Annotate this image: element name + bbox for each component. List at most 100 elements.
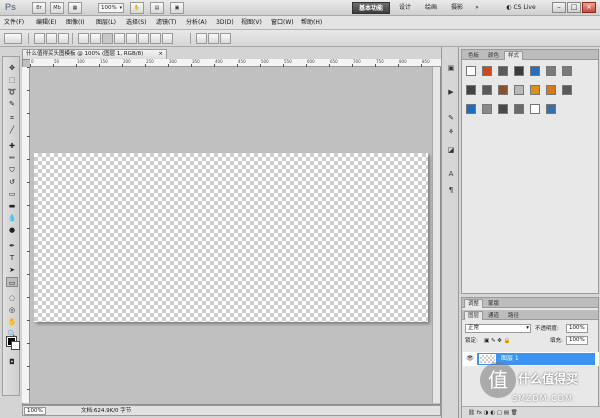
dodge-tool-icon[interactable]: ● xyxy=(6,225,18,235)
zoom-select[interactable]: 100% ▾ xyxy=(98,3,124,13)
eyedropper-tool-icon[interactable]: ╱ xyxy=(6,125,18,135)
clone-source-icon[interactable]: ⚘ xyxy=(445,127,457,138)
style-swatch[interactable] xyxy=(498,85,508,95)
pen-mode-icon[interactable] xyxy=(78,33,89,44)
actions-panel-icon[interactable]: ▶ xyxy=(445,87,457,98)
tool-preset-picker[interactable] xyxy=(4,33,22,44)
style-swatch[interactable] xyxy=(498,66,508,76)
style-swatch[interactable] xyxy=(498,104,508,114)
opacity-field[interactable]: 100% xyxy=(566,324,588,333)
style-swatch[interactable] xyxy=(546,104,556,114)
tool-presets-icon[interactable]: ◪ xyxy=(445,145,457,156)
tab-adjustments[interactable]: 调整 xyxy=(464,299,484,308)
menu-help[interactable]: 帮助(H) xyxy=(301,18,322,28)
style-swatch[interactable] xyxy=(562,85,572,95)
workspace-design-button[interactable]: 设计 xyxy=(396,2,414,14)
quick-select-tool-icon[interactable]: ✎ xyxy=(6,99,18,109)
quick-mask-icon[interactable]: ◘ xyxy=(6,357,18,367)
style-swatch[interactable] xyxy=(466,104,476,114)
grid-view-icon[interactable]: ▦ xyxy=(68,2,82,14)
menu-edit[interactable]: 编辑(E) xyxy=(36,18,56,28)
crop-tool-icon[interactable]: ⌗ xyxy=(6,113,18,123)
tab-swatches[interactable]: 色板 xyxy=(464,51,483,60)
subtract-selection-icon[interactable] xyxy=(58,33,69,44)
freeform-pen-icon[interactable] xyxy=(90,33,101,44)
style-swatch[interactable] xyxy=(514,66,524,76)
style-swatch[interactable] xyxy=(530,104,540,114)
brush-tool-icon[interactable]: ✏ xyxy=(6,153,18,163)
workspace-photography-button[interactable]: 摄影 xyxy=(448,2,466,14)
hand-view-icon[interactable]: ✋ xyxy=(130,2,144,14)
document-tab[interactable]: 什么值得买头图模板 @ 100% (图层 1, RGB/8) × xyxy=(22,49,167,59)
menu-filter[interactable]: 滤镜(T) xyxy=(156,18,176,28)
menu-select[interactable]: 选择(S) xyxy=(126,18,147,28)
background-color-swatch[interactable] xyxy=(11,341,20,350)
bridge-icon[interactable]: Br xyxy=(32,2,46,14)
style-swatch[interactable] xyxy=(530,66,540,76)
lasso-tool-icon[interactable]: ➰ xyxy=(6,87,18,97)
screen-mode-icon[interactable]: ▣ xyxy=(170,2,184,14)
gradient-tool-icon[interactable]: ▬ xyxy=(6,201,18,211)
new-selection-icon[interactable] xyxy=(34,33,45,44)
transparent-canvas[interactable] xyxy=(34,153,428,322)
cs-live-button[interactable]: ◐ CS Live xyxy=(497,2,545,14)
menu-window[interactable]: 窗口(W) xyxy=(271,18,294,28)
custom-shape-icon[interactable] xyxy=(162,33,173,44)
style-swatch[interactable] xyxy=(482,104,492,114)
tab-layers[interactable]: 图层 xyxy=(464,311,484,320)
history-brush-tool-icon[interactable]: ↺ xyxy=(6,177,18,187)
style-swatch[interactable] xyxy=(546,85,556,95)
3d-orbit-tool-icon[interactable]: ◎ xyxy=(6,305,18,315)
close-button[interactable]: × xyxy=(582,2,596,13)
arrange-documents-icon[interactable]: ▤ xyxy=(150,2,164,14)
vertical-scrollbar[interactable] xyxy=(432,67,440,403)
eraser-tool-icon[interactable]: ▭ xyxy=(6,189,18,199)
polygon-shape-icon[interactable] xyxy=(138,33,149,44)
workspace-more-icon[interactable]: » xyxy=(472,2,482,14)
rounded-rectangle-icon[interactable] xyxy=(114,33,125,44)
tab-paths[interactable]: 路径 xyxy=(504,311,523,320)
maximize-button[interactable]: □ xyxy=(567,2,581,13)
paragraph-panel-icon[interactable]: ¶ xyxy=(445,185,457,196)
blend-mode-select[interactable]: 正常 ▾ xyxy=(465,324,531,333)
healing-brush-tool-icon[interactable]: ✚ xyxy=(6,141,18,151)
menu-file[interactable]: 文件(F) xyxy=(4,18,24,28)
menu-analysis[interactable]: 分析(A) xyxy=(186,18,207,28)
path-select-tool-icon[interactable]: ➤ xyxy=(6,265,18,275)
style-swatch[interactable] xyxy=(562,66,572,76)
hand-tool-icon[interactable]: ✋ xyxy=(6,317,18,327)
style-swatch[interactable] xyxy=(466,85,476,95)
tab-masks[interactable]: 蒙版 xyxy=(484,299,503,308)
blur-tool-icon[interactable]: 💧 xyxy=(6,213,18,223)
document-close-icon[interactable]: × xyxy=(158,50,163,59)
move-tool-icon[interactable]: ✥ xyxy=(6,63,18,73)
history-panel-icon[interactable]: ▣ xyxy=(445,63,457,74)
menu-3d[interactable]: 3D(D) xyxy=(216,18,234,28)
combine-shapes-icon[interactable] xyxy=(196,33,207,44)
menu-image[interactable]: 图像(I) xyxy=(66,18,84,28)
zoom-level-field[interactable]: 100% xyxy=(24,407,46,415)
pen-tool-icon[interactable]: ✒ xyxy=(6,241,18,251)
add-selection-icon[interactable] xyxy=(46,33,57,44)
character-panel-icon[interactable]: A xyxy=(445,169,457,180)
clone-stamp-tool-icon[interactable]: ⛉ xyxy=(6,165,18,175)
exclude-shapes-icon[interactable] xyxy=(220,33,231,44)
menu-layer[interactable]: 图层(L) xyxy=(96,18,116,28)
ellipse-shape-icon[interactable] xyxy=(126,33,137,44)
fill-field[interactable]: 100% xyxy=(566,336,588,345)
style-swatch[interactable] xyxy=(530,85,540,95)
tab-styles[interactable]: 样式 xyxy=(504,51,524,60)
workspace-painting-button[interactable]: 绘画 xyxy=(422,2,440,14)
menu-view[interactable]: 视图(V) xyxy=(241,18,262,28)
lock-icons[interactable]: ▣ ✎ ✥ 🔒 xyxy=(484,337,511,345)
brushes-panel-icon[interactable]: ✎ xyxy=(445,113,457,124)
style-swatch[interactable] xyxy=(514,85,524,95)
3d-rotate-tool-icon[interactable]: ◌ xyxy=(6,293,18,303)
style-swatch[interactable] xyxy=(546,66,556,76)
style-swatch[interactable] xyxy=(482,66,492,76)
minimize-button[interactable]: – xyxy=(552,2,566,13)
rectangle-shape-icon[interactable] xyxy=(102,33,113,44)
intersect-shapes-icon[interactable] xyxy=(208,33,219,44)
type-tool-icon[interactable]: T xyxy=(6,253,18,263)
rectangle-tool-icon[interactable]: ▭ xyxy=(6,277,18,287)
